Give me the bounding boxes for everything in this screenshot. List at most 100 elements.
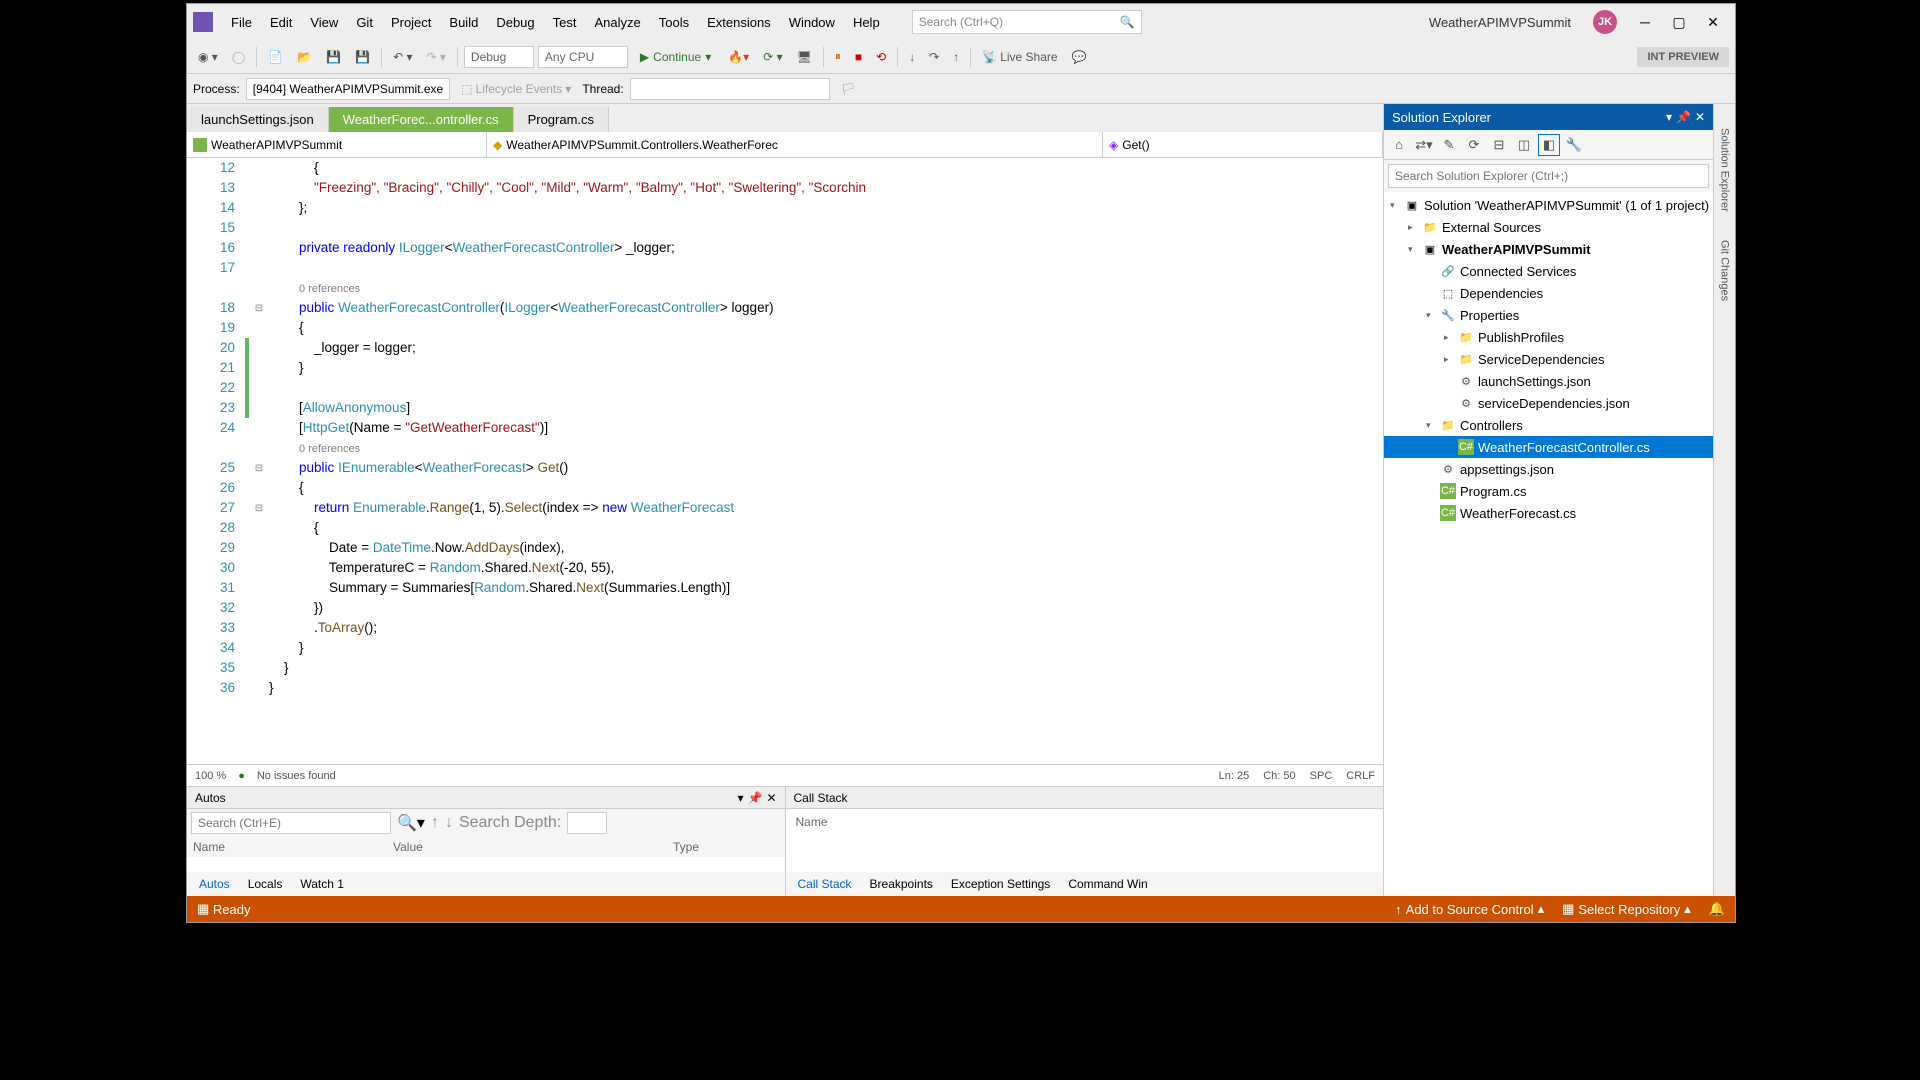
menu-test[interactable]: Test	[545, 11, 585, 34]
callstack-col-name[interactable]: Name	[790, 813, 1380, 831]
eol-label[interactable]: CRLF	[1346, 770, 1375, 782]
redo-button[interactable]: ↷ ▾	[422, 47, 451, 67]
select-repository-button[interactable]: ▦ Select Repository ▴	[1562, 901, 1691, 917]
platform-select[interactable]: Any CPU	[538, 46, 628, 68]
col-name[interactable]: Name	[193, 840, 393, 854]
nav-forward-button[interactable]: ◯	[227, 47, 250, 67]
live-share-button[interactable]: 📡 Live Share	[977, 47, 1062, 67]
tree-node[interactable]: ⚙launchSettings.json	[1384, 370, 1713, 392]
configuration-select[interactable]: Debug	[464, 46, 534, 68]
col-type[interactable]: Type	[673, 840, 699, 854]
issues-label[interactable]: No issues found	[257, 770, 336, 782]
search-icon[interactable]: 🔍▾	[397, 813, 425, 833]
continue-button[interactable]: ▶ Continue ▾	[632, 47, 719, 67]
vertical-tab[interactable]: Git Changes	[1717, 236, 1733, 305]
tree-node[interactable]: C#WeatherForecast.cs	[1384, 502, 1713, 524]
dropdown-icon[interactable]: ▾	[1666, 110, 1672, 124]
pin-icon[interactable]: 📌	[1676, 110, 1691, 124]
zoom-level[interactable]: 100 %	[195, 770, 226, 782]
context-method-select[interactable]: ◈Get()	[1103, 132, 1383, 157]
properties-button[interactable]: 🔧	[1563, 134, 1585, 156]
col-value[interactable]: Value	[393, 840, 673, 854]
tree-node[interactable]: ⬚Dependencies	[1384, 282, 1713, 304]
close-icon[interactable]: ✕	[766, 791, 776, 805]
stack-frame-button[interactable]: 🏳	[836, 79, 861, 99]
tree-node[interactable]: ⚙appsettings.json	[1384, 458, 1713, 480]
show-all-button[interactable]: ◫	[1513, 134, 1535, 156]
column-label[interactable]: Ch: 50	[1263, 770, 1295, 782]
stop-button[interactable]: ■	[850, 47, 867, 67]
editor-tab[interactable]: launchSettings.json	[187, 107, 329, 132]
down-icon[interactable]: ↓	[445, 814, 453, 832]
panel-tab[interactable]: Locals	[240, 874, 291, 894]
nav-back-button[interactable]: ◉ ▾	[193, 47, 223, 67]
solution-node[interactable]: ▾▣ Solution 'WeatherAPIMVPSummit' (1 of …	[1384, 194, 1713, 216]
process-select[interactable]: [9404] WeatherAPIMVPSummit.exe	[246, 78, 451, 100]
minimize-button[interactable]: ─	[1629, 8, 1661, 36]
close-button[interactable]: ✕	[1697, 8, 1729, 36]
solution-tree[interactable]: ▾▣ Solution 'WeatherAPIMVPSummit' (1 of …	[1384, 192, 1713, 896]
menu-debug[interactable]: Debug	[488, 11, 542, 34]
menu-extensions[interactable]: Extensions	[699, 11, 779, 34]
code-content[interactable]: { "Freezing", "Bracing", "Chilly", "Cool…	[269, 158, 1383, 764]
new-file-button[interactable]: 📄	[263, 47, 288, 67]
home-button[interactable]: ⌂	[1388, 134, 1410, 156]
pending-changes-button[interactable]: ✎	[1438, 134, 1460, 156]
menu-analyze[interactable]: Analyze	[586, 11, 648, 34]
break-all-button[interactable]: ⏸	[830, 46, 846, 67]
fold-gutter[interactable]: ⊟⊟⊟	[249, 158, 269, 764]
save-all-button[interactable]: 💾	[350, 47, 375, 67]
menu-tools[interactable]: Tools	[651, 11, 697, 34]
maximize-button[interactable]: ▢	[1663, 8, 1695, 36]
tree-node[interactable]: ⚙serviceDependencies.json	[1384, 392, 1713, 414]
context-project-select[interactable]: WeatherAPIMVPSummit	[187, 132, 487, 157]
panel-tab[interactable]: Breakpoints	[862, 874, 941, 894]
menu-git[interactable]: Git	[348, 11, 381, 34]
preview-button[interactable]: ◧	[1538, 134, 1560, 156]
undo-button[interactable]: ↶ ▾	[388, 47, 417, 67]
tree-node[interactable]: ▸📁External Sources	[1384, 216, 1713, 238]
sync-button[interactable]: ⟳	[1463, 134, 1485, 156]
switch-views-button[interactable]: ⇄▾	[1413, 134, 1435, 156]
menu-help[interactable]: Help	[845, 11, 888, 34]
thread-select[interactable]	[630, 78, 830, 100]
tree-node[interactable]: C#WeatherForecastController.cs	[1384, 436, 1713, 458]
notifications-button[interactable]: 🔔	[1709, 901, 1725, 917]
tree-node[interactable]: ▾📁Controllers	[1384, 414, 1713, 436]
dropdown-icon[interactable]: ▾	[737, 791, 743, 805]
restart-button[interactable]: ⟳ ▾	[758, 47, 787, 67]
tree-node[interactable]: C#Program.cs	[1384, 480, 1713, 502]
menu-project[interactable]: Project	[383, 11, 439, 34]
panel-tab[interactable]: Call Stack	[790, 874, 860, 894]
indent-label[interactable]: SPC	[1310, 770, 1333, 782]
step-over-button[interactable]: ↷	[924, 47, 944, 67]
depth-input[interactable]	[567, 812, 607, 834]
menu-edit[interactable]: Edit	[262, 11, 300, 34]
menu-view[interactable]: View	[302, 11, 346, 34]
code-editor[interactable]: 1213141516171819202122232425262728293031…	[187, 158, 1383, 764]
editor-tab[interactable]: WeatherForec...ontroller.cs	[329, 107, 514, 132]
tree-node[interactable]: ▾🔧Properties	[1384, 304, 1713, 326]
user-avatar[interactable]: JK	[1593, 10, 1617, 34]
browser-button[interactable]: 🖥	[792, 47, 817, 67]
menu-file[interactable]: File	[223, 11, 260, 34]
editor-tab[interactable]: Program.cs	[514, 107, 609, 132]
menu-build[interactable]: Build	[441, 11, 486, 34]
context-class-select[interactable]: ◆WeatherAPIMVPSummit.Controllers.Weather…	[487, 132, 1103, 157]
line-label[interactable]: Ln: 25	[1219, 770, 1250, 782]
panel-tab[interactable]: Watch 1	[292, 874, 352, 894]
lifecycle-events-button[interactable]: ⬚ Lifecycle Events ▾	[456, 79, 576, 99]
save-button[interactable]: 💾	[321, 47, 346, 67]
global-search-input[interactable]: Search (Ctrl+Q) 🔍	[912, 10, 1142, 34]
restart-debug-button[interactable]: ⟲	[871, 47, 891, 67]
pin-icon[interactable]: 📌	[747, 791, 762, 805]
solution-search-input[interactable]	[1388, 164, 1709, 188]
step-into-button[interactable]: ↓	[904, 47, 920, 67]
step-out-button[interactable]: ↑	[948, 47, 964, 67]
close-icon[interactable]: ✕	[1695, 110, 1705, 124]
tree-node[interactable]: ▸📁ServiceDependencies	[1384, 348, 1713, 370]
panel-tab[interactable]: Exception Settings	[943, 874, 1058, 894]
hot-reload-button[interactable]: 🔥▾	[723, 47, 754, 67]
tree-node[interactable]: 🔗Connected Services	[1384, 260, 1713, 282]
vertical-tab[interactable]: Solution Explorer	[1717, 124, 1733, 216]
